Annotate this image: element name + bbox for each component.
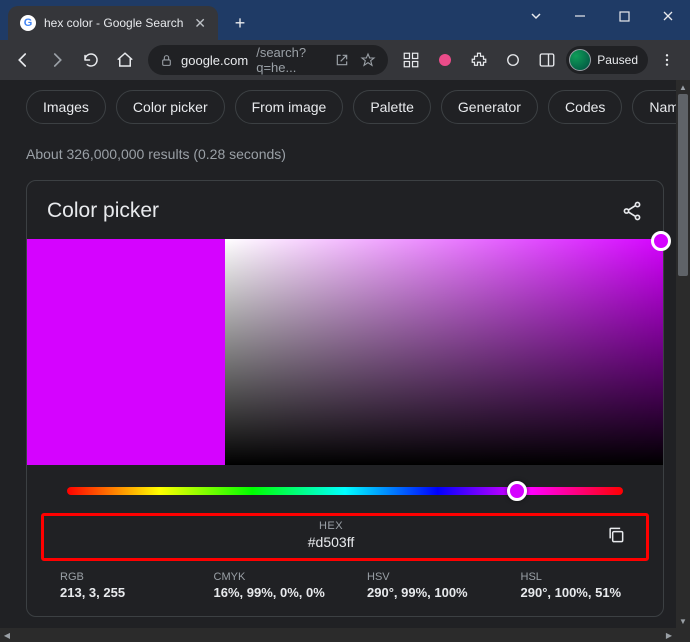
color-picker-card: Color picker HEX #d503ff RGB 213, 3, 255… bbox=[26, 180, 664, 617]
extension-icon-2[interactable] bbox=[498, 45, 528, 75]
format-label: RGB bbox=[60, 571, 185, 583]
lock-icon bbox=[160, 54, 173, 67]
format-value: 290°, 100%, 51% bbox=[521, 585, 646, 600]
chip-generator[interactable]: Generator bbox=[441, 90, 538, 124]
profile-paused-chip[interactable]: Paused bbox=[566, 46, 648, 74]
format-hsl[interactable]: HSL 290°, 100%, 51% bbox=[506, 569, 646, 600]
side-panel-icon[interactable] bbox=[532, 45, 562, 75]
chip-from-image[interactable]: From image bbox=[235, 90, 344, 124]
scrollbar-corner bbox=[676, 628, 690, 642]
results-stats: About 326,000,000 results (0.28 seconds) bbox=[0, 134, 690, 180]
url-domain: google.com bbox=[181, 53, 248, 68]
window-titlebar: G hex color - Google Search ✕ + bbox=[0, 0, 690, 40]
profile-status-text: Paused bbox=[597, 53, 638, 67]
vertical-scrollbar[interactable]: ▲ ▼ bbox=[676, 80, 690, 628]
extensions-icon[interactable] bbox=[464, 45, 494, 75]
chip-palette[interactable]: Palette bbox=[353, 90, 431, 124]
hue-handle[interactable] bbox=[507, 481, 527, 501]
format-label: HSL bbox=[521, 571, 646, 583]
url-path: /search?q=he... bbox=[256, 45, 326, 75]
hex-row-highlighted: HEX #d503ff bbox=[41, 513, 649, 561]
search-filter-chips: Images Color picker From image Palette G… bbox=[0, 80, 690, 134]
format-cmyk[interactable]: CMYK 16%, 99%, 0%, 0% bbox=[199, 569, 339, 600]
back-button[interactable] bbox=[8, 45, 38, 75]
chip-codes[interactable]: Codes bbox=[548, 90, 622, 124]
sl-handle[interactable] bbox=[651, 231, 671, 251]
extension-icon-1[interactable] bbox=[430, 45, 460, 75]
color-formats-row: RGB 213, 3, 255 CMYK 16%, 99%, 0%, 0% HS… bbox=[45, 569, 645, 600]
format-value: 16%, 99%, 0%, 0% bbox=[214, 585, 339, 600]
minimize-button[interactable] bbox=[558, 0, 602, 32]
format-value: 213, 3, 255 bbox=[60, 585, 185, 600]
saturation-lightness-field[interactable] bbox=[225, 239, 663, 465]
share-icon[interactable] bbox=[621, 200, 643, 222]
hex-value[interactable]: #d503ff bbox=[60, 534, 602, 550]
format-hsv[interactable]: HSV 290°, 99%, 100% bbox=[352, 569, 492, 600]
card-title: Color picker bbox=[47, 199, 159, 223]
google-favicon-icon: G bbox=[20, 15, 36, 31]
avatar-icon bbox=[569, 49, 591, 71]
address-bar[interactable]: google.com/search?q=he... bbox=[148, 45, 388, 75]
hue-slider[interactable] bbox=[67, 487, 623, 495]
format-value: 290°, 99%, 100% bbox=[367, 585, 492, 600]
collections-icon[interactable] bbox=[396, 45, 426, 75]
forward-button[interactable] bbox=[42, 45, 72, 75]
scroll-right-arrow-icon[interactable]: ▶ bbox=[662, 628, 676, 642]
hex-label: HEX bbox=[60, 520, 602, 532]
close-button[interactable] bbox=[646, 0, 690, 32]
share-url-icon[interactable] bbox=[334, 52, 350, 68]
chip-images[interactable]: Images bbox=[26, 90, 106, 124]
format-label: HSV bbox=[367, 571, 492, 583]
scroll-down-arrow-icon[interactable]: ▼ bbox=[676, 614, 690, 628]
caret-down-icon[interactable] bbox=[514, 0, 558, 32]
reload-button[interactable] bbox=[76, 45, 106, 75]
copy-icon[interactable] bbox=[602, 521, 630, 549]
bookmark-star-icon[interactable] bbox=[360, 52, 376, 68]
kebab-menu-icon[interactable] bbox=[652, 45, 682, 75]
home-button[interactable] bbox=[110, 45, 140, 75]
format-rgb[interactable]: RGB 213, 3, 255 bbox=[45, 569, 185, 600]
format-label: CMYK bbox=[214, 571, 339, 583]
scroll-thumb[interactable] bbox=[678, 94, 688, 276]
tab-title: hex color - Google Search bbox=[44, 16, 183, 30]
maximize-button[interactable] bbox=[602, 0, 646, 32]
scroll-left-arrow-icon[interactable]: ◀ bbox=[0, 628, 14, 642]
chip-color-picker[interactable]: Color picker bbox=[116, 90, 225, 124]
scroll-up-arrow-icon[interactable]: ▲ bbox=[676, 80, 690, 94]
color-swatch-solid bbox=[27, 239, 225, 465]
tab-close-icon[interactable]: ✕ bbox=[194, 15, 206, 32]
horizontal-scrollbar[interactable]: ◀ ▶ bbox=[0, 628, 676, 642]
browser-tab[interactable]: G hex color - Google Search ✕ bbox=[8, 6, 218, 40]
browser-toolbar: google.com/search?q=he... Paused bbox=[0, 40, 690, 80]
new-tab-button[interactable]: + bbox=[226, 9, 254, 37]
